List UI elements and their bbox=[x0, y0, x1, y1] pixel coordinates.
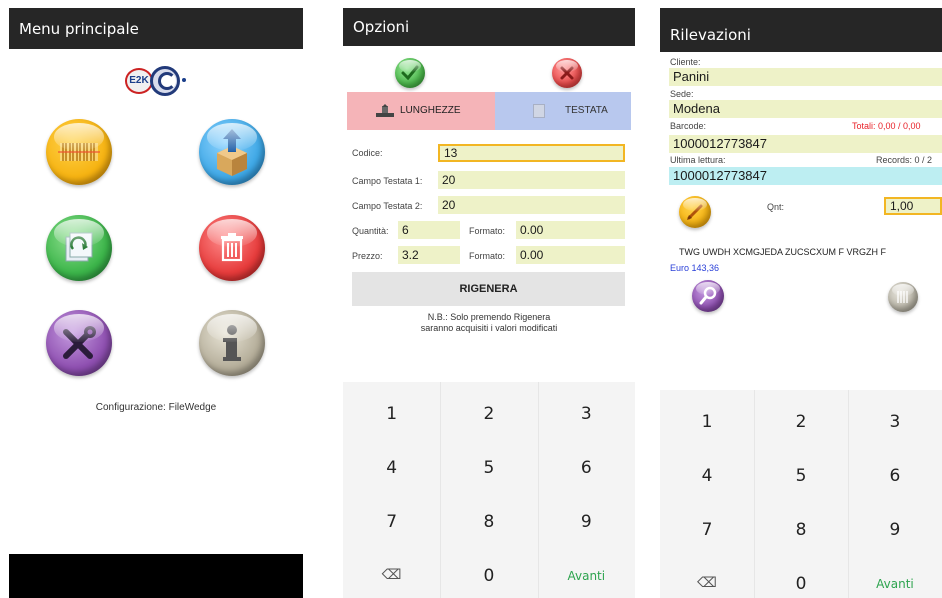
key-3[interactable]: 3 bbox=[538, 404, 635, 424]
qnt-value: 1,00 bbox=[890, 199, 914, 213]
ultima-lettura-value: 1000012773847 bbox=[673, 168, 767, 183]
formato2-field[interactable]: 0.00 bbox=[516, 246, 625, 264]
rigenera-label: RIGENERA bbox=[459, 283, 518, 295]
sede-field[interactable]: Modena bbox=[669, 100, 942, 118]
key-6[interactable]: 6 bbox=[848, 466, 942, 486]
key-7[interactable]: 7 bbox=[343, 512, 440, 532]
codice-label: Codice: bbox=[352, 148, 383, 158]
rilevazioni-title: Rilevazioni bbox=[670, 26, 751, 44]
cliente-field[interactable]: Panini bbox=[669, 68, 942, 86]
qnt-field[interactable]: 1,00 bbox=[884, 197, 942, 215]
key-2[interactable]: 2 bbox=[754, 412, 848, 432]
tab-lunghezze-label: LUNGHEZZE bbox=[400, 105, 461, 116]
barcode-reader-button[interactable] bbox=[46, 119, 112, 185]
quantita-field[interactable]: 6 bbox=[398, 221, 460, 239]
upload-button[interactable] bbox=[199, 119, 265, 185]
tab-lunghezze[interactable]: LUNGHEZZE bbox=[347, 92, 495, 130]
records-text: Records: 0 / 2 bbox=[876, 155, 933, 165]
note-line-2: saranno acquisiti i valori modificati bbox=[420, 323, 558, 333]
key-3[interactable]: 3 bbox=[848, 412, 942, 432]
sede-value: Modena bbox=[673, 101, 720, 116]
prezzo-field[interactable]: 3.2 bbox=[398, 246, 460, 264]
key-5[interactable]: 5 bbox=[754, 466, 848, 486]
key-8[interactable]: 8 bbox=[440, 512, 537, 532]
campo2-label: Campo Testata 2: bbox=[352, 201, 423, 211]
avanti-key[interactable]: Avanti bbox=[848, 577, 942, 591]
cliente-label: Cliente: bbox=[670, 57, 701, 67]
note-line-1: N.B.: Solo premendo Rigenera bbox=[427, 312, 551, 322]
options-screen: Opzioni LUNGHEZZE TESTATA Codice: 13 Cam… bbox=[343, 8, 635, 598]
key-8[interactable]: 8 bbox=[754, 520, 848, 540]
codice-value: 13 bbox=[444, 146, 458, 160]
scan-button[interactable] bbox=[888, 282, 918, 312]
formato1-field[interactable]: 0.00 bbox=[516, 221, 625, 239]
rigenera-button[interactable]: RIGENERA bbox=[352, 272, 625, 306]
key-6[interactable]: 6 bbox=[538, 458, 635, 478]
codice-field[interactable]: 13 bbox=[438, 144, 625, 162]
backspace-key[interactable]: ⌫ bbox=[660, 575, 754, 591]
item-price: Euro 143,36 bbox=[670, 263, 720, 273]
key-5[interactable]: 5 bbox=[440, 458, 537, 478]
menu-title: Menu principale bbox=[19, 19, 139, 38]
cliente-value: Panini bbox=[673, 69, 710, 84]
campo2-field[interactable]: 20 bbox=[438, 196, 625, 214]
key-1[interactable]: 1 bbox=[660, 412, 754, 432]
rilevazioni-topbar: Rilevazioni bbox=[660, 8, 942, 52]
confirm-button[interactable] bbox=[395, 58, 425, 88]
key-2[interactable]: 2 bbox=[440, 404, 537, 424]
e2k-logo: E2K bbox=[125, 66, 187, 96]
key-9[interactable]: 9 bbox=[848, 520, 942, 540]
sync-button[interactable] bbox=[46, 215, 112, 281]
avanti-key[interactable]: Avanti bbox=[538, 569, 635, 583]
numeric-keypad: 1 2 3 4 5 6 7 8 9 ⌫ 0 Avanti bbox=[343, 382, 635, 598]
campo1-value: 20 bbox=[442, 173, 456, 187]
info-button[interactable] bbox=[199, 310, 265, 376]
search-button[interactable] bbox=[692, 280, 724, 312]
ultima-lettura-field: 1000012773847 bbox=[669, 167, 942, 185]
key-4[interactable]: 4 bbox=[343, 458, 440, 478]
key-0[interactable]: 0 bbox=[440, 566, 537, 586]
settings-button[interactable] bbox=[46, 310, 112, 376]
totali-text: Totali: 0,00 / 0,00 bbox=[852, 121, 921, 131]
rilevazioni-screen: Rilevazioni Cliente: Panini Sede: Modena… bbox=[660, 8, 942, 598]
delete-button[interactable] bbox=[199, 215, 265, 281]
ruler-icon bbox=[376, 104, 394, 117]
formato1-value: 0.00 bbox=[520, 223, 544, 237]
barcode-label: Barcode: bbox=[670, 121, 707, 131]
formato1-label: Formato: bbox=[469, 226, 506, 236]
bottom-nav-bar bbox=[9, 554, 303, 598]
tab-testata-label: TESTATA bbox=[565, 105, 608, 116]
edit-button[interactable] bbox=[679, 196, 711, 228]
campo1-label: Campo Testata 1: bbox=[352, 176, 423, 186]
numeric-keypad-2: 1 2 3 4 5 6 7 8 9 ⌫ 0 Avanti bbox=[660, 390, 942, 598]
backspace-key[interactable]: ⌫ bbox=[343, 567, 440, 583]
barcode-value: 1000012773847 bbox=[673, 136, 767, 151]
cancel-button[interactable] bbox=[552, 58, 582, 88]
options-topbar: Opzioni bbox=[343, 8, 635, 46]
menu-screen: Menu principale E2K Configurazione: File… bbox=[9, 8, 303, 598]
prezzo-label: Prezzo: bbox=[352, 251, 383, 261]
tab-testata[interactable]: TESTATA bbox=[495, 92, 631, 130]
options-title: Opzioni bbox=[353, 18, 410, 36]
quantita-value: 6 bbox=[402, 223, 409, 237]
campo2-value: 20 bbox=[442, 198, 456, 212]
prezzo-value: 3.2 bbox=[402, 248, 419, 262]
key-7[interactable]: 7 bbox=[660, 520, 754, 540]
header-icon bbox=[533, 104, 545, 118]
formato2-value: 0.00 bbox=[520, 248, 544, 262]
key-4[interactable]: 4 bbox=[660, 466, 754, 486]
qnt-label: Qnt: bbox=[767, 202, 785, 212]
barcode-field[interactable]: 1000012773847 bbox=[669, 135, 942, 153]
item-description: TWG UWDH XCMGJEDA ZUCSCXUM F VRGZH F bbox=[679, 247, 886, 257]
sede-label: Sede: bbox=[670, 89, 694, 99]
key-0[interactable]: 0 bbox=[754, 574, 848, 594]
campo1-field[interactable]: 20 bbox=[438, 171, 625, 189]
quantita-label: Quantità: bbox=[352, 226, 389, 236]
formato2-label: Formato: bbox=[469, 251, 506, 261]
config-label: Configurazione: FileWedge bbox=[95, 402, 217, 413]
menu-topbar: Menu principale bbox=[9, 8, 303, 49]
ultima-lettura-label: Ultima lettura: bbox=[670, 155, 726, 165]
key-9[interactable]: 9 bbox=[538, 512, 635, 532]
key-1[interactable]: 1 bbox=[343, 404, 440, 424]
